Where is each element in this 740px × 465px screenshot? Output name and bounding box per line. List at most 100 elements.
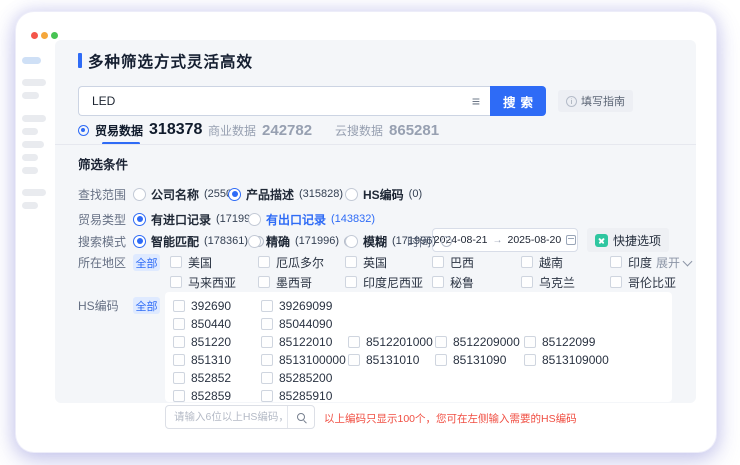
region-checkbox[interactable]: 越南 [521,254,563,270]
tab-business-data[interactable]: 商业数据242782 [208,120,312,140]
close-window-icon[interactable] [31,32,38,39]
checkbox-icon[interactable] [261,318,273,330]
region-checkbox[interactable]: 厄瓜多尔 [258,254,324,270]
tab-trade-data[interactable]: 贸易数据318378 [78,120,202,140]
hs-code-checkbox[interactable]: 85044090 [261,316,332,332]
hs-code-checkbox[interactable]: 852859 [173,388,231,404]
checkbox-icon[interactable] [258,256,270,268]
region-checkbox[interactable]: 墨西哥 [258,274,312,290]
checkbox-icon[interactable] [170,276,182,288]
radio-option-fuzzy[interactable]: 模糊(171996)i [345,233,452,249]
checkbox-icon[interactable] [261,300,273,312]
checkbox-icon[interactable] [261,372,273,384]
checkbox-icon[interactable] [432,276,444,288]
hs-code-checkbox[interactable]: 852852 [173,370,231,386]
region-checkbox[interactable]: 印度 [610,254,652,270]
sidebar-skeleton-item[interactable] [22,128,38,135]
radio-option-product-desc[interactable]: 产品描述(315828) [228,186,343,202]
region-checkbox[interactable]: 乌克兰 [521,274,575,290]
sidebar-skeleton-item[interactable] [22,154,38,161]
checkbox-icon[interactable] [261,390,273,402]
sidebar-skeleton-item[interactable] [22,167,38,174]
radio-option-has-export[interactable]: 有出口记录(143832) [248,211,375,227]
minimize-window-icon[interactable] [41,32,48,39]
fill-guide-button[interactable]: i 填写指南 [558,90,633,112]
radio-option-exact[interactable]: 精确(171996)i [248,233,355,249]
sidebar-skeleton-item[interactable] [22,189,46,196]
checkbox-icon[interactable] [258,276,270,288]
sidebar-skeleton-item[interactable] [22,141,44,148]
search-input[interactable] [79,94,472,108]
checkbox-icon[interactable] [348,336,360,348]
date-range-picker[interactable]: 2024-08-21 → 2025-08-20 [432,228,578,252]
hs-code-input[interactable] [166,411,287,423]
radio-selected-icon[interactable] [133,235,146,248]
checkbox-icon[interactable] [173,318,185,330]
radio-unselected-icon[interactable] [345,235,358,248]
region-checkbox[interactable]: 美国 [170,254,212,270]
maximize-window-icon[interactable] [51,32,58,39]
region-checkbox[interactable]: 秘鲁 [432,274,474,290]
hs-code-checkbox[interactable]: 85131090 [435,352,506,368]
checkbox-icon[interactable] [173,336,185,348]
checkbox-icon[interactable] [610,256,622,268]
hs-code-checkbox[interactable]: 851220 [173,334,231,350]
hs-code-checkbox[interactable]: 850440 [173,316,231,332]
region-all-pill[interactable]: 全部 [133,254,160,271]
radio-unselected-icon[interactable] [248,213,261,226]
sidebar-skeleton-item[interactable] [22,202,38,209]
checkbox-icon[interactable] [610,276,622,288]
checkbox-icon[interactable] [435,336,447,348]
radio-selected-icon[interactable] [133,213,146,226]
sidebar-skeleton-item[interactable] [22,57,41,64]
checkbox-icon[interactable] [173,300,185,312]
hs-search-button[interactable] [287,406,314,428]
checkbox-icon[interactable] [521,276,533,288]
hs-code-checkbox[interactable]: 85285910 [261,388,332,404]
radio-option-company-name[interactable]: 公司名称(2550) [133,186,236,202]
hs-code-checkbox[interactable]: 85122010 [261,334,332,350]
filter-lines-icon[interactable]: ≡ [472,94,490,108]
radio-option-has-import[interactable]: 有进口记录(171996) [133,211,260,227]
region-checkbox[interactable]: 巴西 [432,254,474,270]
checkbox-icon[interactable] [524,336,536,348]
region-checkbox[interactable]: 英国 [345,254,387,270]
search-button[interactable]: 搜索 [490,86,546,116]
sidebar-skeleton-item[interactable] [22,115,46,122]
sidebar-skeleton-item[interactable] [22,79,46,86]
hs-code-checkbox[interactable]: 392690 [173,298,231,314]
checkbox-icon[interactable] [345,276,357,288]
region-checkbox[interactable]: 哥伦比亚 [610,274,676,290]
checkbox-icon[interactable] [170,256,182,268]
hs-code-checkbox[interactable]: 8512201000 [348,334,433,350]
radio-option-hs-code[interactable]: HS编码(0) [345,186,422,202]
checkbox-icon[interactable] [524,354,536,366]
radio-unselected-icon[interactable] [248,235,261,248]
radio-unselected-icon[interactable] [133,188,146,201]
tab-cloud-data[interactable]: 云搜数据865281 [335,120,439,140]
radio-unselected-icon[interactable] [345,188,358,201]
checkbox-icon[interactable] [345,256,357,268]
quick-options-button[interactable]: 快捷选项 [587,228,669,252]
checkbox-icon[interactable] [432,256,444,268]
checkbox-icon[interactable] [435,354,447,366]
info-icon[interactable]: i [441,236,452,247]
hs-code-checkbox[interactable]: 85122099 [524,334,595,350]
region-checkbox[interactable]: 马来西亚 [170,274,236,290]
checkbox-icon[interactable] [521,256,533,268]
hs-code-checkbox[interactable]: 8513109000 [524,352,609,368]
hs-code-checkbox[interactable]: 8512209000 [435,334,520,350]
checkbox-icon[interactable] [348,354,360,366]
hs-code-checkbox[interactable]: 851310 [173,352,231,368]
radio-selected-icon[interactable] [228,188,241,201]
region-checkbox[interactable]: 印度尼西亚 [345,274,423,290]
hs-code-checkbox[interactable]: 39269099 [261,298,332,314]
hs-code-checkbox[interactable]: 85131010 [348,352,419,368]
hs-code-checkbox[interactable]: 8513100000 [261,352,346,368]
expand-button[interactable]: 展开 [656,254,691,271]
sidebar-skeleton-item[interactable] [22,92,39,99]
checkbox-icon[interactable] [173,390,185,402]
radio-option-smart-match[interactable]: 智能匹配(178361)i [133,233,264,249]
hs-all-pill[interactable]: 全部 [133,297,160,314]
hs-code-checkbox[interactable]: 85285200 [261,370,332,386]
